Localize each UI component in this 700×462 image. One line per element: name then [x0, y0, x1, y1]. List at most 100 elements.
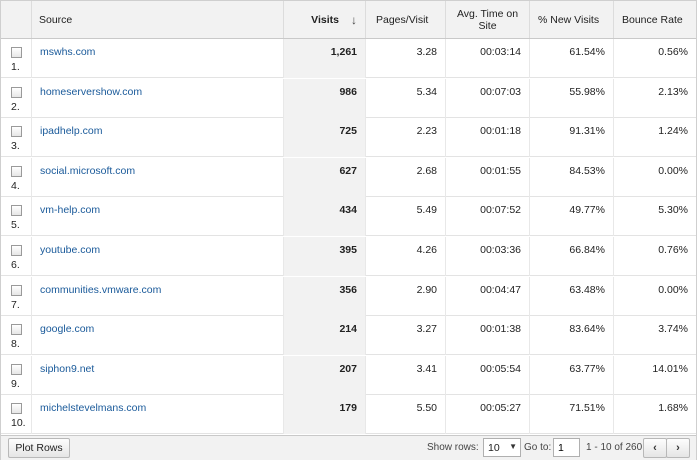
bounce-rate-cell: 0.00%: [613, 276, 696, 316]
table-row: 1. mswhs.com 1,261 3.28 00:03:14 61.54% 0.56%: [1, 39, 696, 78]
pages-visit-value: 2.23: [416, 125, 437, 138]
row-index: 10.: [11, 417, 26, 430]
source-link[interactable]: google.com: [40, 323, 94, 335]
row-checkbox[interactable]: [11, 165, 22, 177]
row-checkbox[interactable]: [11, 245, 22, 256]
pages-visit-value: 3.28: [416, 46, 437, 58]
row-index: 5.: [11, 219, 20, 232]
bounce-rate-cell: 0.56%: [613, 39, 696, 78]
avg-time-cell: 00:07:52: [445, 197, 529, 237]
show-rows-select[interactable]: 10 ▼: [483, 438, 521, 457]
new-visits-cell: 55.98%: [529, 78, 613, 118]
row-index: 8.: [11, 338, 20, 351]
column-header-avg-time[interactable]: Avg. Time on Site: [445, 1, 529, 38]
row-checkbox[interactable]: [11, 324, 22, 336]
new-visits-value: 84.53%: [569, 164, 605, 177]
bounce-rate-value: 0.56%: [658, 46, 688, 58]
pages-visit-cell: 4.26: [365, 237, 445, 276]
bounce-rate-value: 0.00%: [658, 164, 688, 177]
source-link[interactable]: homeservershow.com: [40, 86, 142, 98]
bounce-rate-value: 0.76%: [658, 244, 688, 256]
avg-time-cell: 00:05:27: [445, 395, 529, 435]
avg-time-value: 00:03:14: [480, 46, 521, 58]
source-link[interactable]: ipadhelp.com: [40, 125, 102, 137]
source-link[interactable]: youtube.com: [40, 244, 100, 256]
row-index: 1.: [11, 61, 20, 73]
table-row: 6. youtube.com 395 4.26 00:03:36 66.84% 0.76%: [1, 237, 696, 276]
bounce-rate-value: 1.24%: [658, 125, 688, 138]
row-checkbox[interactable]: [11, 363, 22, 375]
pages-visit-cell: 3.28: [365, 39, 445, 78]
table-row: 3. ipadhelp.com 725 2.23 00:01:18 91.31% 1.24%: [1, 118, 696, 158]
avg-time-cell: 00:03:36: [445, 237, 529, 276]
source-cell: youtube.com: [31, 237, 283, 276]
source-cell: communities.vmware.com: [31, 276, 283, 316]
column-header-bounce-rate[interactable]: Bounce Rate: [613, 1, 696, 38]
source-link[interactable]: siphon9.net: [40, 363, 94, 375]
column-header-source-label: Source: [39, 13, 73, 26]
next-page-button[interactable]: ›: [666, 438, 690, 458]
column-header-source[interactable]: Source: [31, 1, 283, 38]
source-link[interactable]: michelstevelmans.com: [40, 402, 146, 414]
goto-input[interactable]: [553, 438, 580, 457]
avg-time-cell: 00:04:47: [445, 276, 529, 316]
new-visits-cell: 61.54%: [529, 39, 613, 78]
visits-cell: 395: [283, 237, 365, 276]
visits-cell: 725: [283, 118, 365, 158]
bounce-rate-cell: 14.01%: [613, 355, 696, 395]
new-visits-value: 63.48%: [569, 283, 605, 296]
row-select-cell: 1.: [1, 39, 31, 78]
visits-value: 434: [339, 204, 357, 217]
avg-time-value: 00:01:55: [480, 164, 521, 177]
prev-page-button[interactable]: ‹: [643, 438, 667, 458]
column-header-visits[interactable]: Visits ↓: [283, 1, 365, 38]
visits-value: 627: [339, 164, 357, 177]
caret-down-icon: ▼: [509, 442, 517, 451]
source-link[interactable]: communities.vmware.com: [40, 284, 161, 296]
row-index: 9.: [11, 377, 20, 390]
avg-time-cell: 00:01:38: [445, 316, 529, 356]
plot-rows-button[interactable]: Plot Rows: [8, 438, 70, 458]
row-select-cell: 6.: [1, 237, 31, 276]
new-visits-cell: 83.64%: [529, 316, 613, 356]
bounce-rate-value: 0.00%: [658, 283, 688, 296]
show-rows-label: Show rows:: [427, 442, 479, 453]
show-rows-value: 10: [488, 442, 500, 454]
source-cell: homeservershow.com: [31, 78, 283, 118]
row-checkbox[interactable]: [11, 403, 22, 415]
source-link[interactable]: social.microsoft.com: [40, 165, 135, 177]
visits-value: 214: [339, 323, 357, 336]
table-header: Source Visits ↓ Pages/Visit Avg. Time on…: [1, 1, 696, 39]
new-visits-value: 61.54%: [569, 46, 605, 58]
new-visits-cell: 91.31%: [529, 118, 613, 158]
new-visits-cell: 71.51%: [529, 395, 613, 435]
visits-cell: 627: [283, 157, 365, 197]
row-select-cell: 4.: [1, 158, 31, 197]
row-checkbox[interactable]: [11, 86, 22, 98]
row-index: 3.: [11, 140, 20, 153]
new-visits-value: 91.31%: [569, 125, 605, 138]
row-checkbox[interactable]: [11, 47, 22, 58]
column-header-pages-visit[interactable]: Pages/Visit: [365, 1, 445, 38]
source-link[interactable]: mswhs.com: [40, 46, 95, 58]
row-checkbox[interactable]: [11, 284, 22, 296]
source-cell: vm-help.com: [31, 197, 283, 237]
column-header-new-visits[interactable]: % New Visits: [529, 1, 613, 38]
row-select-cell: 5.: [1, 197, 31, 236]
pages-visit-value: 2.90: [416, 283, 437, 296]
visits-value: 395: [339, 244, 357, 256]
new-visits-cell: 63.48%: [529, 276, 613, 316]
new-visits-cell: 49.77%: [529, 197, 613, 237]
source-link[interactable]: vm-help.com: [40, 204, 100, 216]
column-header-pages-visit-label: Pages/Visit: [376, 13, 429, 26]
pages-visit-value: 2.68: [416, 164, 437, 177]
row-checkbox[interactable]: [11, 205, 22, 217]
bounce-rate-value: 14.01%: [652, 362, 688, 375]
visits-value: 725: [339, 125, 357, 138]
avg-time-value: 00:05:54: [480, 362, 521, 375]
row-checkbox[interactable]: [11, 126, 22, 138]
pages-visit-value: 3.27: [416, 323, 437, 336]
checkbox-column-header: [1, 1, 31, 38]
avg-time-value: 00:07:52: [480, 204, 521, 217]
avg-time-cell: 00:01:55: [445, 157, 529, 197]
